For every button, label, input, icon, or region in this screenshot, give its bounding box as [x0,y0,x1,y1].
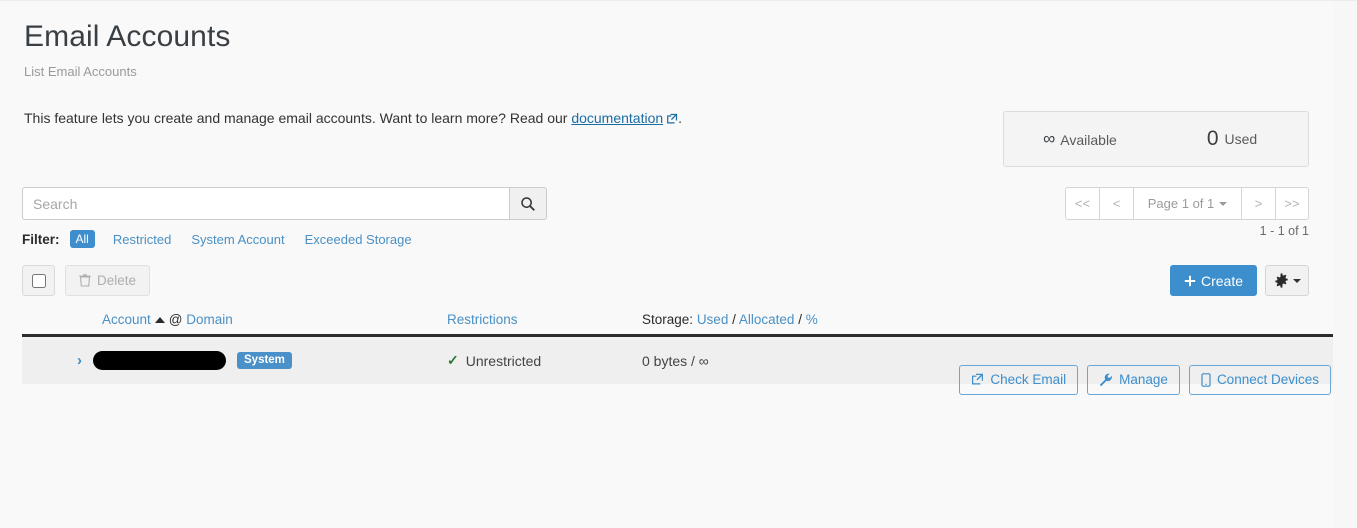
select-all-checkbox-wrapper[interactable] [22,265,55,296]
manage-button-label: Manage [1119,372,1168,387]
wrench-icon [1099,373,1113,387]
column-header-account: Account @ Domain [22,312,447,327]
cell-account: › System [22,351,447,370]
filter-item-restricted[interactable]: Restricted [113,232,172,247]
column-header-storage-used-link[interactable]: Used [697,312,729,327]
search-button[interactable] [509,187,547,220]
used-value: 0 [1206,127,1219,150]
gear-icon [1274,273,1289,288]
column-header-at: @ [168,312,183,327]
table-header-row: Account @ Domain Restrictions Storage: Us… [22,309,1333,337]
storage-separator-1: / [732,312,736,327]
intro-text-after: . [678,110,683,126]
pagination-page-label: Page 1 of 1 [1147,196,1215,211]
select-all-checkbox[interactable] [31,273,46,288]
status-badge[interactable]: System [237,351,292,370]
external-link-icon [666,113,678,125]
column-header-restrictions-link[interactable]: Restrictions [447,312,518,327]
page-root: Email Accounts List Email Accounts This … [0,0,1357,528]
column-header-storage: Storage: Used / Allocated / % [642,312,1333,327]
page-title: Email Accounts [24,20,231,53]
accounts-table: Account @ Domain Restrictions Storage: Us… [22,309,1333,395]
row-action-buttons: Check Email Manage Connect Devices [959,356,1333,403]
table-row: › System ✓ Unrestricted 0 bytes / ∞ Chec… [22,337,1333,395]
settings-button[interactable] [1265,265,1309,296]
chevron-down-icon [1292,278,1301,283]
plus-icon [1184,275,1196,287]
search-row [22,187,547,220]
quota-stats-box: ∞ Available 0 Used [1003,111,1309,167]
trash-icon [79,274,91,287]
pagination-last-button[interactable]: >> [1275,187,1309,220]
table-actions: Create [1169,265,1309,296]
column-header-restrictions: Restrictions [447,312,642,327]
column-header-storage-percent-link[interactable]: % [806,312,818,327]
manage-button[interactable]: Manage [1087,364,1180,395]
used-label: Used [1224,131,1258,147]
content-area: Email Accounts List Email Accounts This … [0,1,1333,528]
filter-item-all[interactable]: All [69,230,95,248]
pagination-page-selector[interactable]: Page 1 of 1 [1133,187,1241,220]
pagination: << < Page 1 of 1 > >> [1065,187,1309,220]
external-link-icon [971,373,984,386]
page-subtitle: List Email Accounts [24,64,137,79]
pagination-prev-button[interactable]: < [1099,187,1133,220]
delete-button-label: Delete [97,273,137,288]
connect-devices-button-label: Connect Devices [1216,372,1319,387]
used-stat: 0 Used [1156,127,1308,151]
column-header-storage-prefix: Storage: [642,312,694,327]
filter-label: Filter: [22,231,60,247]
create-button-label: Create [1200,272,1243,289]
account-name-redacted [93,351,226,370]
connect-devices-button[interactable]: Connect Devices [1188,364,1331,395]
pagination-count: 1 - 1 of 1 [1259,224,1309,238]
filter-row: Filter: All Restricted System Account Ex… [22,230,432,248]
storage-separator-2: / [798,312,802,327]
available-label: Available [1060,132,1117,148]
pagination-next-button[interactable]: > [1241,187,1275,220]
chevron-right-icon[interactable]: › [77,353,82,368]
cell-restrictions: ✓ Unrestricted [447,352,642,369]
restriction-value: Unrestricted [465,352,542,369]
filter-item-system-account[interactable]: System Account [191,232,284,247]
search-icon [520,196,536,212]
available-stat: ∞ Available [1004,129,1156,149]
check-email-button-label: Check Email [990,372,1067,387]
chevron-down-icon [1219,201,1228,206]
available-value: ∞ [1043,129,1055,148]
column-header-account-link[interactable]: Account [102,312,151,327]
pagination-first-button[interactable]: << [1065,187,1099,220]
check-email-button[interactable]: Check Email [959,364,1079,395]
mobile-icon [1201,372,1211,387]
check-icon: ✓ [447,352,459,368]
create-button[interactable]: Create [1169,265,1257,296]
sort-ascending-icon [154,317,165,323]
table-toolbar: Delete [22,265,151,296]
filter-item-exceeded-storage[interactable]: Exceeded Storage [305,232,412,247]
search-input[interactable] [22,187,509,220]
delete-button[interactable]: Delete [65,265,151,296]
column-header-domain-link[interactable]: Domain [186,312,233,327]
column-header-storage-allocated-link[interactable]: Allocated [739,312,795,327]
documentation-link[interactable]: documentation [571,110,663,126]
intro-text-before: This feature lets you create and manage … [24,110,572,126]
